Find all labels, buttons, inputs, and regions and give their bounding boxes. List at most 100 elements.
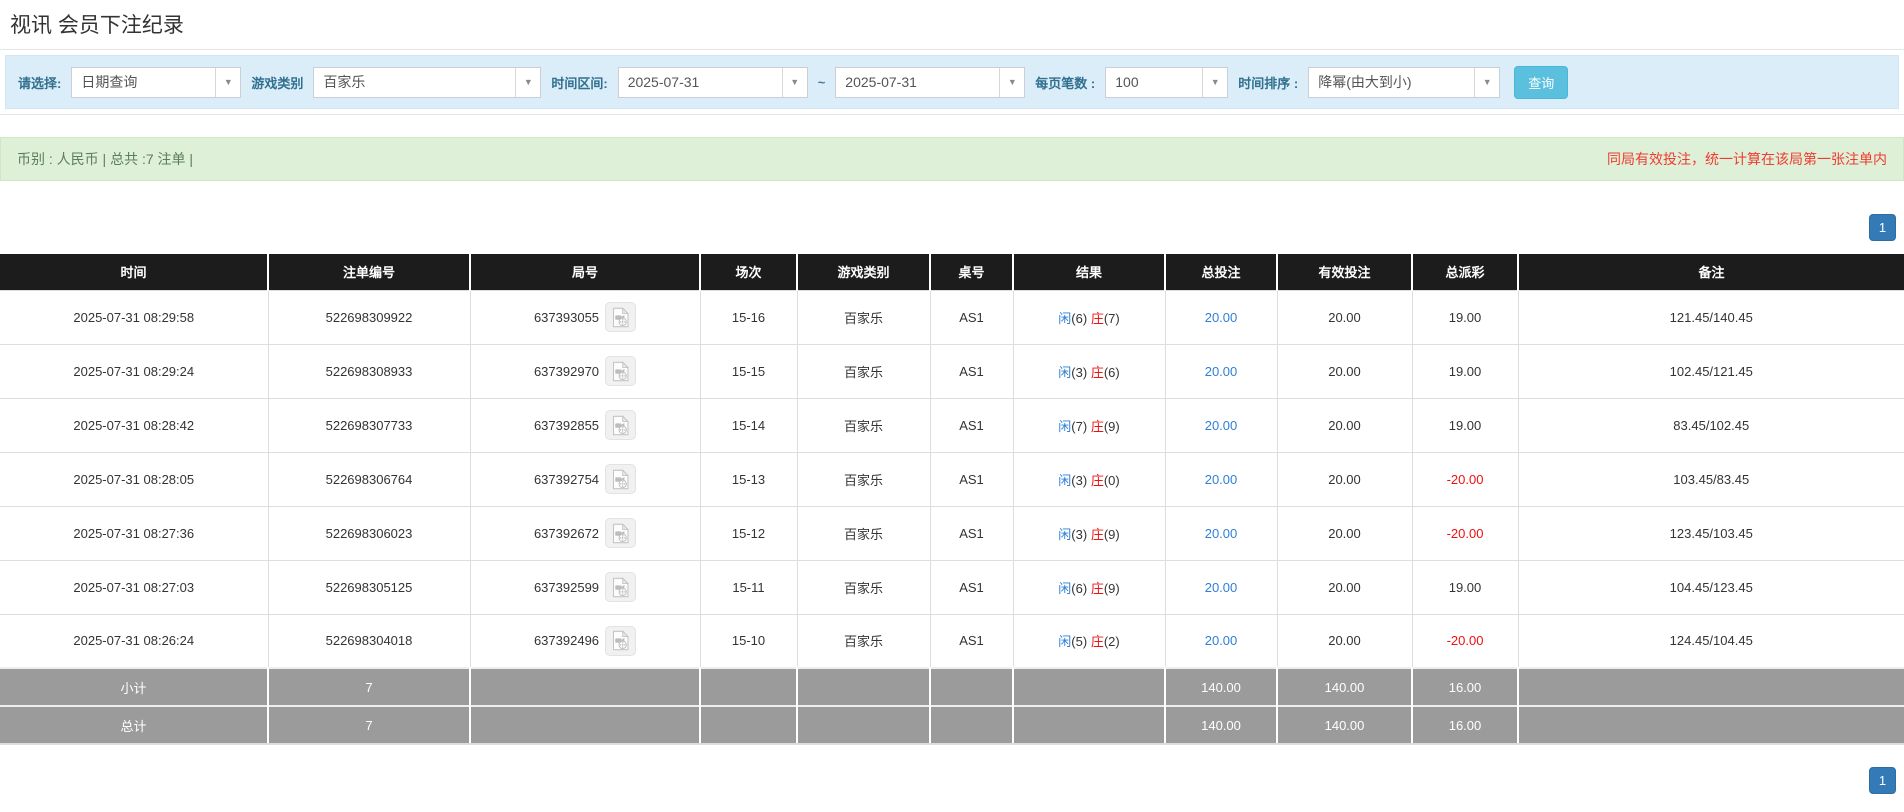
filter-panel: 请选择: 日期查询 ▼ 游戏类别 百家乐 ▼ 时间区间: 2025-07-31 …	[0, 49, 1904, 115]
table-body: 2025-07-31 08:29:58 522698309922 6373930…	[0, 289, 1904, 669]
query-type-select[interactable]: 日期查询 ▼	[71, 66, 242, 98]
date-to-value: 2025-07-31	[845, 73, 917, 90]
video-button[interactable]	[605, 572, 637, 602]
subtotal-count: 7	[268, 667, 471, 706]
subtotal-row: 小计 7 140.00 140.00 16.00	[0, 667, 1904, 706]
cell-table-number: AS1	[929, 559, 1014, 615]
result-player: 闲	[1058, 418, 1072, 434]
table-row: 2025-07-31 08:27:03 522698305125 6373925…	[0, 559, 1904, 615]
cell-round-number: 637392496	[469, 613, 701, 669]
video-button[interactable]	[605, 518, 637, 548]
header-bet-number: 注单编号	[268, 254, 471, 290]
total-bet-link[interactable]: 20.00	[1205, 364, 1238, 379]
cell-valid-bet: 20.00	[1276, 289, 1413, 345]
result-player: 闲	[1058, 364, 1072, 380]
total-bet-link[interactable]: 20.00	[1205, 526, 1238, 541]
cell-remark: 103.45/83.45	[1517, 451, 1904, 507]
chevron-down-icon[interactable]: ▼	[1202, 67, 1228, 97]
cell-session: 15-11	[699, 559, 798, 615]
cell-payout: -20.00	[1411, 505, 1519, 561]
video-playback-icon	[613, 522, 630, 543]
cell-valid-bet: 20.00	[1276, 451, 1413, 507]
cell-time: 2025-07-31 08:27:03	[0, 559, 269, 615]
page-1-button[interactable]: 1	[1869, 214, 1896, 241]
cell-remark: 121.45/140.45	[1517, 289, 1904, 345]
cell-total-bet: 20.00	[1164, 451, 1278, 507]
game-category-select[interactable]: 百家乐 ▼	[313, 66, 542, 98]
search-button[interactable]: 查询	[1514, 65, 1569, 99]
cell-time: 2025-07-31 08:28:42	[0, 397, 269, 453]
cell-table-number: AS1	[929, 505, 1014, 561]
result-banker: 庄	[1090, 580, 1104, 596]
header-round-number: 局号	[470, 254, 701, 290]
grand-total-label: 总计	[0, 705, 269, 745]
header-valid-bet: 有效投注	[1277, 254, 1413, 290]
cell-result: 闲(5) 庄(2)	[1012, 613, 1166, 669]
game-category-value: 百家乐	[323, 73, 366, 90]
cell-session: 15-15	[699, 343, 798, 399]
cell-remark: 102.45/121.45	[1517, 343, 1904, 399]
cell-round-number: 637392855	[469, 397, 701, 453]
page-size-label: 每页笔数 :	[1035, 75, 1096, 91]
cell-game-category: 百家乐	[796, 505, 931, 561]
cell-game-category: 百家乐	[796, 613, 931, 669]
time-sort-select[interactable]: 降幂(由大到小) ▼	[1308, 66, 1501, 98]
cell-time: 2025-07-31 08:26:24	[0, 613, 269, 669]
table-row: 2025-07-31 08:26:24 522698304018 6373924…	[0, 613, 1904, 669]
chevron-down-icon[interactable]: ▼	[515, 67, 541, 97]
table-row: 2025-07-31 08:28:42 522698307733 6373928…	[0, 397, 1904, 453]
video-button[interactable]	[605, 464, 637, 494]
cell-game-category: 百家乐	[796, 289, 931, 345]
chevron-down-icon[interactable]: ▼	[1474, 67, 1500, 97]
date-from-select[interactable]: 2025-07-31 ▼	[617, 66, 808, 98]
cell-table-number: AS1	[929, 397, 1014, 453]
round-number-text: 637392672	[533, 525, 600, 541]
cell-game-category: 百家乐	[796, 343, 931, 399]
time-sort-value: 降幂(由大到小)	[1318, 73, 1412, 90]
cell-remark: 83.45/102.45	[1517, 397, 1904, 453]
round-number-text: 637392599	[533, 579, 600, 595]
video-button[interactable]	[605, 625, 637, 656]
table-row: 2025-07-31 08:28:05 522698306764 6373927…	[0, 451, 1904, 507]
result-banker: 庄	[1090, 364, 1104, 380]
grand-total-valid-bet: 140.00	[1277, 705, 1413, 745]
grand-total-count: 7	[268, 705, 471, 745]
table-row: 2025-07-31 08:29:58 522698309922 6373930…	[0, 289, 1904, 345]
cell-session: 15-16	[699, 289, 798, 345]
cell-result: 闲(7) 庄(9)	[1012, 397, 1166, 453]
cell-total-bet: 20.00	[1164, 289, 1278, 345]
cell-result: 闲(3) 庄(0)	[1012, 451, 1166, 507]
cell-round-number: 637393055	[469, 289, 701, 345]
chevron-down-icon[interactable]: ▼	[215, 67, 241, 97]
cell-result: 闲(6) 庄(7)	[1012, 289, 1166, 345]
total-bet-link[interactable]: 20.00	[1205, 418, 1238, 433]
total-bet-link[interactable]: 20.00	[1205, 580, 1238, 595]
header-total-bet: 总投注	[1165, 254, 1278, 290]
video-button[interactable]	[605, 410, 637, 440]
video-playback-icon	[613, 630, 630, 651]
total-bet-link[interactable]: 20.00	[1205, 310, 1238, 325]
cell-payout: 19.00	[1411, 289, 1519, 345]
chevron-down-icon[interactable]: ▼	[999, 67, 1025, 97]
cell-game-category: 百家乐	[796, 397, 931, 453]
date-to-select[interactable]: 2025-07-31 ▼	[835, 66, 1026, 98]
video-playback-icon	[613, 306, 630, 327]
subtotal-valid-bet: 140.00	[1277, 667, 1413, 706]
video-playback-icon	[613, 468, 630, 489]
chevron-down-icon[interactable]: ▼	[781, 67, 807, 97]
table-row: 2025-07-31 08:27:36 522698306023 6373926…	[0, 505, 1904, 561]
subtotal-label: 小计	[0, 667, 269, 706]
cell-remark: 123.45/103.45	[1517, 505, 1904, 561]
page-size-select[interactable]: 100 ▼	[1105, 66, 1229, 98]
video-button[interactable]	[605, 356, 637, 386]
total-bet-link[interactable]: 20.00	[1205, 472, 1238, 487]
header-remark: 备注	[1518, 254, 1904, 290]
header-table-number: 桌号	[930, 254, 1014, 290]
page-1-button[interactable]: 1	[1869, 767, 1896, 794]
total-bet-link[interactable]: 20.00	[1205, 633, 1238, 648]
header-game-category: 游戏类别	[797, 254, 931, 290]
table-row: 2025-07-31 08:29:24 522698308933 6373929…	[0, 343, 1904, 399]
video-button[interactable]	[605, 302, 637, 332]
time-range-label: 时间区间:	[551, 75, 608, 91]
cell-result: 闲(3) 庄(6)	[1012, 343, 1166, 399]
